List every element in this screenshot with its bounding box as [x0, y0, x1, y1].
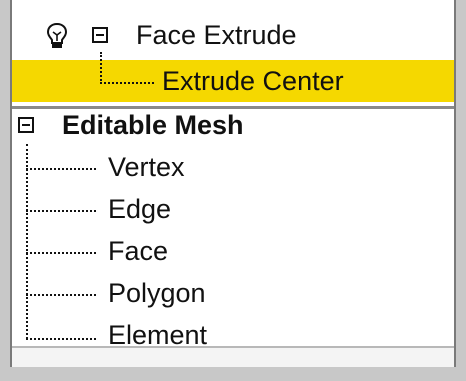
sub-object-edge[interactable]: Edge	[12, 188, 454, 230]
tree-connector	[26, 338, 96, 340]
stack-bottom-strip	[12, 346, 454, 367]
tree-connector	[26, 252, 96, 254]
sub-object-polygon[interactable]: Polygon	[12, 272, 454, 314]
tree-connector	[26, 210, 96, 212]
sub-object-vertex[interactable]: Vertex	[12, 146, 454, 188]
sub-object-label: Edge	[108, 194, 172, 224]
tree-connector	[26, 294, 96, 296]
base-object-name: Editable Mesh	[62, 110, 244, 140]
sub-object-label: Polygon	[108, 278, 206, 308]
sub-object-label: Vertex	[108, 152, 185, 182]
tree-connector	[26, 168, 96, 170]
minus-box-icon[interactable]	[18, 117, 34, 133]
stack-item-editable-mesh[interactable]: Editable Mesh	[12, 104, 454, 146]
sub-object-face[interactable]: Face	[12, 230, 454, 272]
sub-object-label: Face	[108, 236, 169, 266]
sub-object-element[interactable]: Element	[12, 314, 454, 350]
base-object-section: Editable Mesh Vertex Edge Face Polygon E…	[12, 0, 454, 350]
modifier-stack-window: Face Extrude Extrude Center Editable Mes…	[0, 0, 466, 381]
